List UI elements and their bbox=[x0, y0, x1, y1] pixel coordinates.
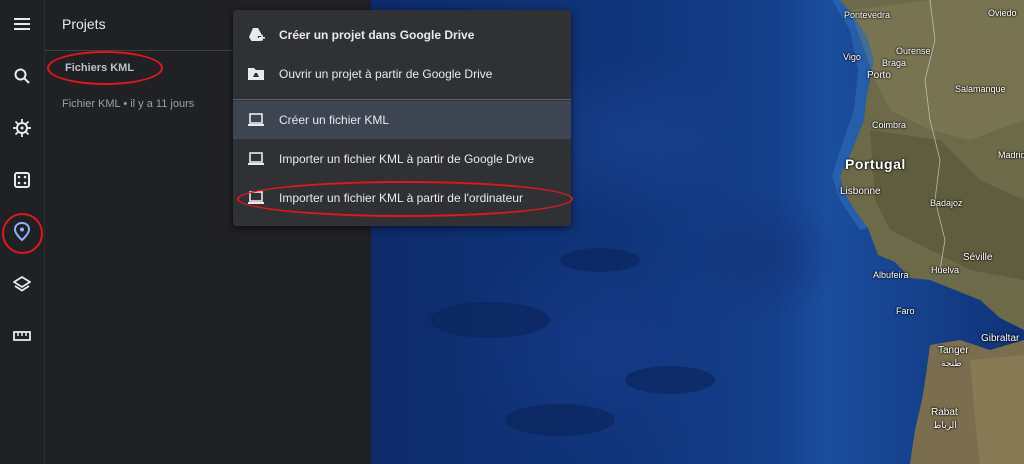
drive-folder-icon bbox=[248, 68, 264, 80]
menu-item-import-kml-drive[interactable]: Importer un fichier KML à partir de Goog… bbox=[233, 140, 571, 178]
menu-item-import-kml-computer[interactable]: Importer un fichier KML à partir de l'or… bbox=[233, 179, 571, 217]
voyager-icon[interactable] bbox=[0, 108, 44, 148]
section-label-kml-files: Fichiers KML bbox=[65, 62, 135, 74]
menu-item-label: Importer un fichier KML à partir de l'or… bbox=[279, 191, 523, 205]
place-label: Porto bbox=[867, 70, 891, 81]
search-icon[interactable] bbox=[0, 56, 44, 96]
laptop-icon bbox=[248, 113, 264, 126]
place-label: Madrid bbox=[998, 150, 1024, 160]
menu-item-open-drive-project[interactable]: Ouvrir un projet à partir de Google Driv… bbox=[233, 55, 571, 93]
place-label: Oviedo bbox=[988, 8, 1017, 18]
projects-icon[interactable] bbox=[0, 212, 44, 252]
menu-item-label: Importer un fichier KML à partir de Goog… bbox=[279, 152, 534, 166]
laptop-icon bbox=[248, 152, 264, 165]
drive-add-icon bbox=[249, 28, 265, 41]
panel-title: Projets bbox=[62, 16, 106, 32]
country-label: Portugal bbox=[845, 156, 906, 172]
laptop-icon bbox=[248, 191, 264, 204]
layers-icon[interactable] bbox=[0, 264, 44, 304]
place-label: Huelva bbox=[931, 265, 960, 275]
place-label: Faro bbox=[896, 306, 915, 316]
place-label: Séville bbox=[963, 252, 993, 263]
place-label: Rabat bbox=[931, 407, 958, 418]
place-label: Vigo bbox=[843, 52, 861, 62]
place-label: Albufeira bbox=[873, 270, 909, 280]
place-label: طنجة bbox=[941, 358, 962, 368]
menu-divider bbox=[233, 99, 571, 100]
place-label: Ourense bbox=[896, 46, 931, 56]
place-label: Pontevedra bbox=[844, 10, 891, 20]
ruler-icon[interactable] bbox=[0, 316, 44, 356]
dice-icon[interactable] bbox=[0, 160, 44, 200]
place-label: Badajoz bbox=[930, 198, 963, 208]
place-label: Salamanque bbox=[955, 84, 1006, 94]
place-label: Gibraltar bbox=[981, 333, 1020, 344]
menu-item-label: Créer un projet dans Google Drive bbox=[279, 28, 475, 42]
menu-item-label: Ouvrir un projet à partir de Google Driv… bbox=[279, 67, 493, 81]
place-label: Lisbonne bbox=[840, 186, 881, 197]
left-rail bbox=[0, 0, 44, 464]
menu-icon[interactable] bbox=[0, 4, 44, 44]
menu-item-create-kml[interactable]: Créer un fichier KML bbox=[233, 101, 571, 139]
new-project-menu: Créer un projet dans Google Drive Ouvrir… bbox=[233, 10, 571, 226]
kml-file-item[interactable]: Fichier KML • il y a 11 jours bbox=[62, 98, 194, 110]
menu-item-create-drive-project[interactable]: Créer un projet dans Google Drive bbox=[233, 16, 571, 54]
place-label: Coimbra bbox=[872, 120, 907, 130]
menu-item-label: Créer un fichier KML bbox=[279, 113, 390, 127]
place-label: Braga bbox=[882, 58, 907, 68]
place-label: Tanger bbox=[938, 345, 969, 356]
place-label: الرباط bbox=[933, 420, 957, 430]
